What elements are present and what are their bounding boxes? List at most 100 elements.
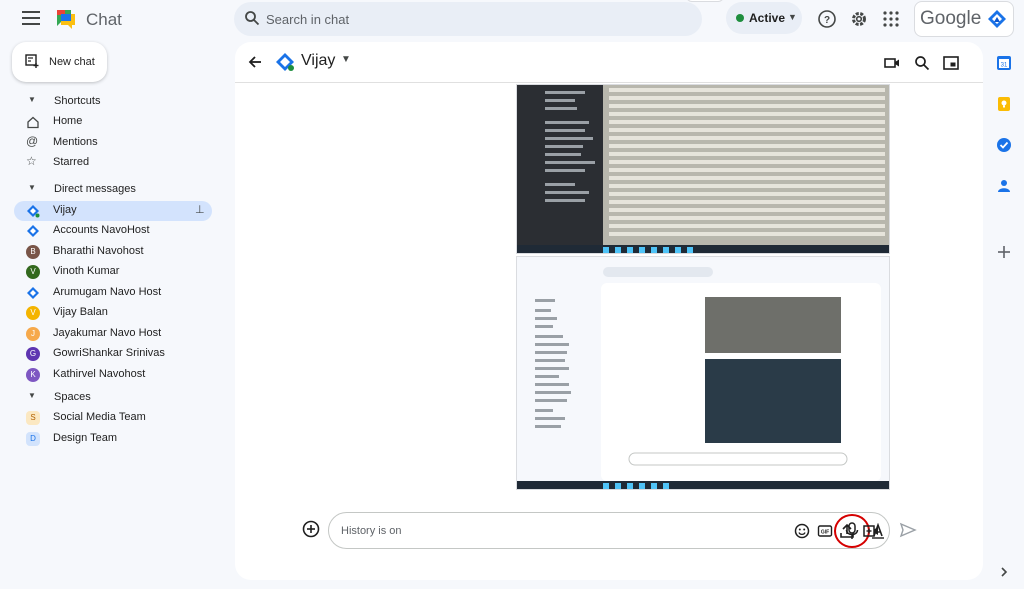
sidebar-item-label: Accounts NavoHost (53, 224, 150, 236)
sidebar-item-kathirvel-navohost[interactable]: K Kathirvel Navohost (14, 365, 212, 385)
sidebar-item-label: Vijay Balan (53, 306, 108, 318)
apps-grid-icon[interactable] (881, 9, 901, 29)
sidebar-item-bharathi-navohost[interactable]: B Bharathi Navohost (14, 242, 212, 262)
sidebar-item-design-team[interactable]: D Design Team (14, 429, 212, 449)
svg-text:GIF: GIF (821, 530, 829, 536)
status-label: Active (749, 11, 786, 25)
send-icon[interactable] (899, 521, 917, 539)
chat-header: Vijay ▼ (235, 42, 983, 83)
sidebar-item-label: Arumugam Navo Host (53, 286, 162, 298)
keep-icon[interactable] (996, 96, 1012, 112)
sidebar-item-vinoth-kumar[interactable]: V Vinoth Kumar (14, 262, 212, 282)
window-notch (686, 0, 724, 2)
chat-panel: Vijay ▼ History is on GIF (235, 42, 983, 580)
collapse-caret-icon: ▼ (28, 95, 36, 104)
back-arrow-icon[interactable] (247, 54, 263, 70)
sidebar-item-jayakumar-navo-host[interactable]: J Jayakumar Navo Host (14, 324, 212, 344)
add-icon[interactable] (996, 244, 1012, 260)
spaces-section-toggle[interactable]: ▼ Spaces (14, 388, 212, 408)
sidebar-item-accounts-navohost[interactable]: Accounts NavoHost (14, 221, 212, 241)
sidebar-item-starred[interactable]: ☆ Starred (14, 153, 212, 173)
avatar: G (26, 347, 40, 361)
avatar: V (26, 265, 40, 279)
shortcuts-heading: Shortcuts (54, 95, 101, 107)
message-input[interactable] (341, 513, 731, 548)
direct-messages-heading: Direct messages (54, 183, 136, 195)
star-icon: ☆ (26, 154, 37, 168)
new-chat-button[interactable]: New chat (12, 42, 107, 82)
message-image-gmail-screenshot[interactable] (516, 84, 890, 254)
chat-logo-icon (57, 10, 75, 29)
sidebar-item-label: Jayakumar Navo Host (53, 327, 162, 339)
app-title: Chat (86, 10, 122, 29)
shortcuts-section-toggle[interactable]: ▼ Shortcuts (14, 92, 212, 112)
new-chat-icon (25, 54, 39, 68)
sidebar-item-arumugam-navo-host[interactable]: Arumugam Navo Host (14, 283, 212, 303)
contacts-icon[interactable] (996, 178, 1012, 194)
navo-logo-icon (988, 10, 1006, 28)
message-composer: GIF (328, 512, 890, 549)
collapse-caret-icon: ▼ (28, 183, 36, 192)
navo-logo-icon (27, 205, 40, 218)
at-icon: @ (26, 134, 39, 148)
sidebar-item-label: Social Media Team (53, 411, 146, 423)
status-dot-icon (736, 14, 744, 22)
picture-in-picture-icon[interactable] (942, 54, 960, 72)
sidebar-item-label: Home (53, 115, 83, 127)
navo-logo-icon (27, 225, 39, 237)
main-menu-icon[interactable] (22, 11, 40, 27)
navo-logo-icon (276, 53, 294, 71)
chevron-down-icon[interactable]: ▼ (341, 54, 351, 65)
chevron-right-icon[interactable] (996, 564, 1012, 580)
chat-screenshot-thumbnail (517, 257, 889, 489)
sidebar-item-mentions[interactable]: @ Mentions (14, 133, 212, 153)
navo-logo-icon (27, 287, 39, 299)
sidebar-item-label: Mentions (53, 136, 98, 148)
search-bar[interactable] (234, 2, 702, 36)
add-attachment-icon[interactable] (302, 520, 320, 538)
svg-text:?: ? (824, 15, 830, 26)
upload-icon[interactable] (839, 523, 855, 539)
calendar-icon[interactable]: 31 (996, 55, 1012, 71)
avatar: J (26, 327, 40, 341)
avatar: K (26, 368, 40, 382)
emoji-icon[interactable] (794, 523, 810, 539)
sidebar-item-gowrishankar-srinivas[interactable]: G GowriShankar Srinivas (14, 344, 212, 364)
chevron-down-icon: ▼ (788, 12, 797, 22)
home-icon (27, 116, 39, 129)
space-avatar: S (26, 411, 40, 425)
sidebar-item-label: Bharathi Navohost (53, 245, 144, 257)
message-image-chat-screenshot[interactable] (516, 256, 890, 490)
sidebar-item-label: Vinoth Kumar (53, 265, 120, 277)
pin-icon[interactable]: ⊥ (195, 203, 205, 216)
chat-title[interactable]: Vijay (301, 52, 335, 70)
search-icon[interactable] (913, 54, 931, 72)
status-selector[interactable]: Active ▼ (726, 2, 802, 34)
add-video-icon[interactable] (863, 523, 879, 539)
top-bar: Chat Active ▼ ? Google (0, 0, 1024, 40)
sidebar-item-label: GowriShankar Srinivas (53, 347, 165, 359)
gif-icon[interactable]: GIF (817, 523, 833, 539)
svg-text:31: 31 (1001, 63, 1008, 69)
sidebar-item-home[interactable]: Home (14, 112, 212, 132)
sidebar-item-label: Starred (53, 156, 90, 168)
settings-icon[interactable] (849, 9, 869, 29)
tasks-icon[interactable] (996, 137, 1012, 153)
sidebar-item-label: Kathirvel Navohost (53, 368, 146, 380)
help-icon[interactable]: ? (817, 9, 837, 29)
sidebar-item-label: Design Team (53, 432, 117, 444)
avatar: B (26, 245, 40, 259)
account-button[interactable]: Google (914, 1, 1014, 37)
spaces-heading: Spaces (54, 391, 91, 403)
avatar: V (26, 306, 40, 320)
sidebar-item-social-media-team[interactable]: S Social Media Team (14, 408, 212, 428)
direct-messages-section-toggle[interactable]: ▼ Direct messages (14, 180, 212, 200)
search-input[interactable] (266, 2, 686, 36)
sidebar-item-label: Vijay (53, 204, 77, 216)
video-call-icon[interactable] (883, 54, 901, 72)
search-icon (245, 11, 260, 26)
sidebar-item-vijay[interactable]: Vijay ⊥ (14, 201, 212, 221)
collapse-caret-icon: ▼ (28, 391, 36, 400)
sidebar-item-vijay-balan[interactable]: V Vijay Balan (14, 303, 212, 323)
new-chat-label: New chat (49, 56, 95, 68)
